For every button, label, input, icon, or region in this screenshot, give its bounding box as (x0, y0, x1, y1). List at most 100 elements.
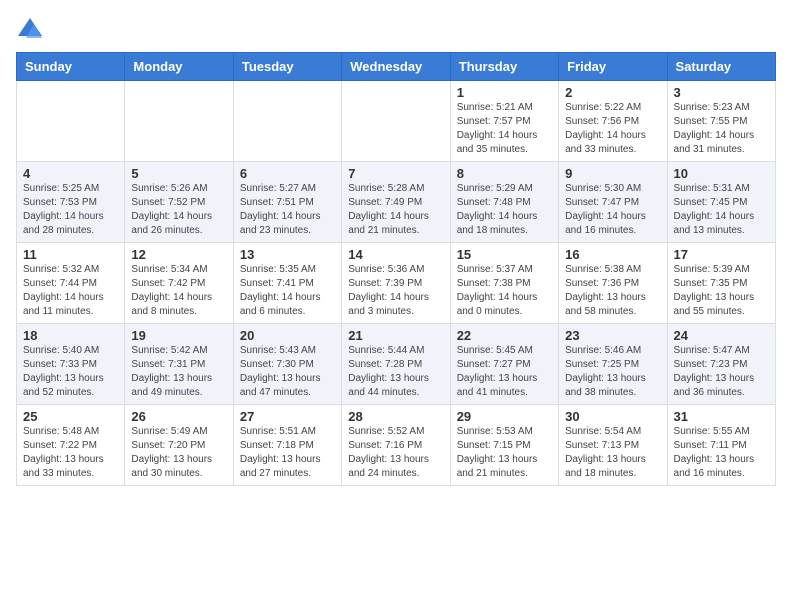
logo (16, 16, 48, 44)
calendar-cell (17, 81, 125, 162)
day-number: 20 (240, 328, 335, 343)
day-number: 11 (23, 247, 118, 262)
day-info: Sunrise: 5:49 AM Sunset: 7:20 PM Dayligh… (131, 425, 226, 481)
day-number: 15 (457, 247, 552, 262)
day-info: Sunrise: 5:36 AM Sunset: 7:39 PM Dayligh… (348, 263, 443, 319)
calendar-cell: 20Sunrise: 5:43 AM Sunset: 7:30 PM Dayli… (233, 324, 341, 405)
day-number: 23 (565, 328, 660, 343)
day-of-week-header: Sunday (17, 53, 125, 81)
day-of-week-header: Thursday (450, 53, 558, 81)
calendar-cell: 10Sunrise: 5:31 AM Sunset: 7:45 PM Dayli… (667, 162, 775, 243)
day-of-week-header: Tuesday (233, 53, 341, 81)
calendar-cell: 21Sunrise: 5:44 AM Sunset: 7:28 PM Dayli… (342, 324, 450, 405)
calendar-cell: 9Sunrise: 5:30 AM Sunset: 7:47 PM Daylig… (559, 162, 667, 243)
day-info: Sunrise: 5:34 AM Sunset: 7:42 PM Dayligh… (131, 263, 226, 319)
day-number: 2 (565, 85, 660, 100)
day-number: 27 (240, 409, 335, 424)
day-info: Sunrise: 5:48 AM Sunset: 7:22 PM Dayligh… (23, 425, 118, 481)
calendar-week-row: 11Sunrise: 5:32 AM Sunset: 7:44 PM Dayli… (17, 243, 776, 324)
day-info: Sunrise: 5:30 AM Sunset: 7:47 PM Dayligh… (565, 182, 660, 238)
day-info: Sunrise: 5:54 AM Sunset: 7:13 PM Dayligh… (565, 425, 660, 481)
day-info: Sunrise: 5:27 AM Sunset: 7:51 PM Dayligh… (240, 182, 335, 238)
calendar-cell: 17Sunrise: 5:39 AM Sunset: 7:35 PM Dayli… (667, 243, 775, 324)
calendar-cell: 13Sunrise: 5:35 AM Sunset: 7:41 PM Dayli… (233, 243, 341, 324)
calendar-cell (233, 81, 341, 162)
calendar-cell: 30Sunrise: 5:54 AM Sunset: 7:13 PM Dayli… (559, 405, 667, 486)
day-number: 31 (674, 409, 769, 424)
calendar-cell: 14Sunrise: 5:36 AM Sunset: 7:39 PM Dayli… (342, 243, 450, 324)
day-info: Sunrise: 5:25 AM Sunset: 7:53 PM Dayligh… (23, 182, 118, 238)
calendar-week-row: 1Sunrise: 5:21 AM Sunset: 7:57 PM Daylig… (17, 81, 776, 162)
day-info: Sunrise: 5:42 AM Sunset: 7:31 PM Dayligh… (131, 344, 226, 400)
calendar-table: SundayMondayTuesdayWednesdayThursdayFrid… (16, 52, 776, 486)
calendar-week-row: 18Sunrise: 5:40 AM Sunset: 7:33 PM Dayli… (17, 324, 776, 405)
day-number: 9 (565, 166, 660, 181)
day-number: 5 (131, 166, 226, 181)
day-number: 12 (131, 247, 226, 262)
page-header (16, 16, 776, 44)
calendar-cell: 22Sunrise: 5:45 AM Sunset: 7:27 PM Dayli… (450, 324, 558, 405)
day-number: 18 (23, 328, 118, 343)
day-number: 14 (348, 247, 443, 262)
day-info: Sunrise: 5:29 AM Sunset: 7:48 PM Dayligh… (457, 182, 552, 238)
day-info: Sunrise: 5:39 AM Sunset: 7:35 PM Dayligh… (674, 263, 769, 319)
day-of-week-header: Wednesday (342, 53, 450, 81)
calendar-cell: 25Sunrise: 5:48 AM Sunset: 7:22 PM Dayli… (17, 405, 125, 486)
day-info: Sunrise: 5:35 AM Sunset: 7:41 PM Dayligh… (240, 263, 335, 319)
day-number: 22 (457, 328, 552, 343)
day-info: Sunrise: 5:38 AM Sunset: 7:36 PM Dayligh… (565, 263, 660, 319)
day-info: Sunrise: 5:47 AM Sunset: 7:23 PM Dayligh… (674, 344, 769, 400)
day-of-week-header: Monday (125, 53, 233, 81)
day-number: 13 (240, 247, 335, 262)
day-number: 19 (131, 328, 226, 343)
calendar-week-row: 25Sunrise: 5:48 AM Sunset: 7:22 PM Dayli… (17, 405, 776, 486)
calendar-cell: 28Sunrise: 5:52 AM Sunset: 7:16 PM Dayli… (342, 405, 450, 486)
calendar-cell: 4Sunrise: 5:25 AM Sunset: 7:53 PM Daylig… (17, 162, 125, 243)
day-info: Sunrise: 5:21 AM Sunset: 7:57 PM Dayligh… (457, 101, 552, 157)
calendar-cell: 18Sunrise: 5:40 AM Sunset: 7:33 PM Dayli… (17, 324, 125, 405)
day-info: Sunrise: 5:43 AM Sunset: 7:30 PM Dayligh… (240, 344, 335, 400)
calendar-cell: 24Sunrise: 5:47 AM Sunset: 7:23 PM Dayli… (667, 324, 775, 405)
day-info: Sunrise: 5:44 AM Sunset: 7:28 PM Dayligh… (348, 344, 443, 400)
day-number: 10 (674, 166, 769, 181)
day-number: 7 (348, 166, 443, 181)
day-number: 28 (348, 409, 443, 424)
day-info: Sunrise: 5:46 AM Sunset: 7:25 PM Dayligh… (565, 344, 660, 400)
day-info: Sunrise: 5:51 AM Sunset: 7:18 PM Dayligh… (240, 425, 335, 481)
calendar-cell (342, 81, 450, 162)
day-number: 26 (131, 409, 226, 424)
day-number: 1 (457, 85, 552, 100)
calendar-cell: 29Sunrise: 5:53 AM Sunset: 7:15 PM Dayli… (450, 405, 558, 486)
calendar-cell: 31Sunrise: 5:55 AM Sunset: 7:11 PM Dayli… (667, 405, 775, 486)
day-info: Sunrise: 5:26 AM Sunset: 7:52 PM Dayligh… (131, 182, 226, 238)
day-info: Sunrise: 5:31 AM Sunset: 7:45 PM Dayligh… (674, 182, 769, 238)
calendar-cell: 19Sunrise: 5:42 AM Sunset: 7:31 PM Dayli… (125, 324, 233, 405)
day-number: 4 (23, 166, 118, 181)
day-number: 29 (457, 409, 552, 424)
day-info: Sunrise: 5:23 AM Sunset: 7:55 PM Dayligh… (674, 101, 769, 157)
calendar-cell: 1Sunrise: 5:21 AM Sunset: 7:57 PM Daylig… (450, 81, 558, 162)
day-number: 17 (674, 247, 769, 262)
calendar-cell: 2Sunrise: 5:22 AM Sunset: 7:56 PM Daylig… (559, 81, 667, 162)
day-of-week-header: Saturday (667, 53, 775, 81)
day-info: Sunrise: 5:22 AM Sunset: 7:56 PM Dayligh… (565, 101, 660, 157)
calendar-cell: 23Sunrise: 5:46 AM Sunset: 7:25 PM Dayli… (559, 324, 667, 405)
calendar-cell: 27Sunrise: 5:51 AM Sunset: 7:18 PM Dayli… (233, 405, 341, 486)
day-number: 25 (23, 409, 118, 424)
calendar-week-row: 4Sunrise: 5:25 AM Sunset: 7:53 PM Daylig… (17, 162, 776, 243)
day-info: Sunrise: 5:28 AM Sunset: 7:49 PM Dayligh… (348, 182, 443, 238)
calendar-cell: 11Sunrise: 5:32 AM Sunset: 7:44 PM Dayli… (17, 243, 125, 324)
day-info: Sunrise: 5:40 AM Sunset: 7:33 PM Dayligh… (23, 344, 118, 400)
logo-icon (16, 16, 44, 44)
day-number: 30 (565, 409, 660, 424)
day-info: Sunrise: 5:53 AM Sunset: 7:15 PM Dayligh… (457, 425, 552, 481)
calendar-cell: 26Sunrise: 5:49 AM Sunset: 7:20 PM Dayli… (125, 405, 233, 486)
calendar-cell: 15Sunrise: 5:37 AM Sunset: 7:38 PM Dayli… (450, 243, 558, 324)
calendar-cell: 16Sunrise: 5:38 AM Sunset: 7:36 PM Dayli… (559, 243, 667, 324)
calendar-cell: 3Sunrise: 5:23 AM Sunset: 7:55 PM Daylig… (667, 81, 775, 162)
day-info: Sunrise: 5:32 AM Sunset: 7:44 PM Dayligh… (23, 263, 118, 319)
day-of-week-header: Friday (559, 53, 667, 81)
day-number: 24 (674, 328, 769, 343)
calendar-cell: 6Sunrise: 5:27 AM Sunset: 7:51 PM Daylig… (233, 162, 341, 243)
calendar-header-row: SundayMondayTuesdayWednesdayThursdayFrid… (17, 53, 776, 81)
